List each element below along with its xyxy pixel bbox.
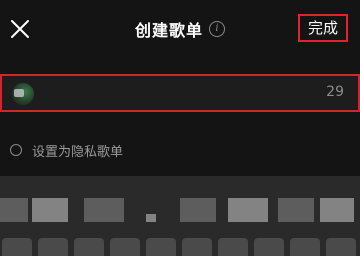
- playlist-name-field[interactable]: 29: [0, 74, 360, 112]
- info-icon[interactable]: i: [209, 21, 225, 37]
- keyboard-key[interactable]: [38, 238, 68, 256]
- char-count: 29: [326, 84, 344, 100]
- suggestion-item[interactable]: [32, 198, 68, 222]
- avatar: [12, 83, 34, 105]
- create-playlist-screen: 创建歌单 i 完成 29 设置为隐私歌单: [0, 0, 360, 256]
- header-bar: 创建歌单 i 完成: [0, 0, 360, 58]
- keyboard-key[interactable]: [290, 238, 320, 256]
- suggestion-item[interactable]: [84, 198, 124, 222]
- page-title: 创建歌单: [134, 21, 203, 40]
- suggestion-item[interactable]: [320, 198, 354, 222]
- radio-button-icon[interactable]: [10, 144, 22, 156]
- private-option-label: 设置为隐私歌单: [32, 144, 124, 160]
- keyboard-key[interactable]: [2, 238, 32, 256]
- keyboard-key[interactable]: [146, 238, 176, 256]
- keyboard: [0, 176, 360, 256]
- playlist-name-input[interactable]: [42, 82, 306, 108]
- keyboard-key[interactable]: [254, 238, 284, 256]
- suggestion-item[interactable]: [0, 198, 28, 222]
- suggestion-item[interactable]: [278, 198, 314, 222]
- keyboard-key[interactable]: [218, 238, 248, 256]
- suggestion-bar: [0, 176, 360, 228]
- suggestion-item[interactable]: [228, 198, 268, 222]
- suggestion-item[interactable]: [180, 198, 216, 222]
- keyboard-key[interactable]: [182, 238, 212, 256]
- keyboard-row: [0, 234, 360, 256]
- suggestion-item[interactable]: [146, 214, 156, 222]
- keyboard-key[interactable]: [326, 238, 356, 256]
- done-button[interactable]: 完成: [298, 14, 348, 42]
- avatar-blur: [14, 89, 24, 97]
- private-option[interactable]: 设置为隐私歌单: [10, 140, 123, 160]
- keyboard-key[interactable]: [74, 238, 104, 256]
- keyboard-key[interactable]: [110, 238, 140, 256]
